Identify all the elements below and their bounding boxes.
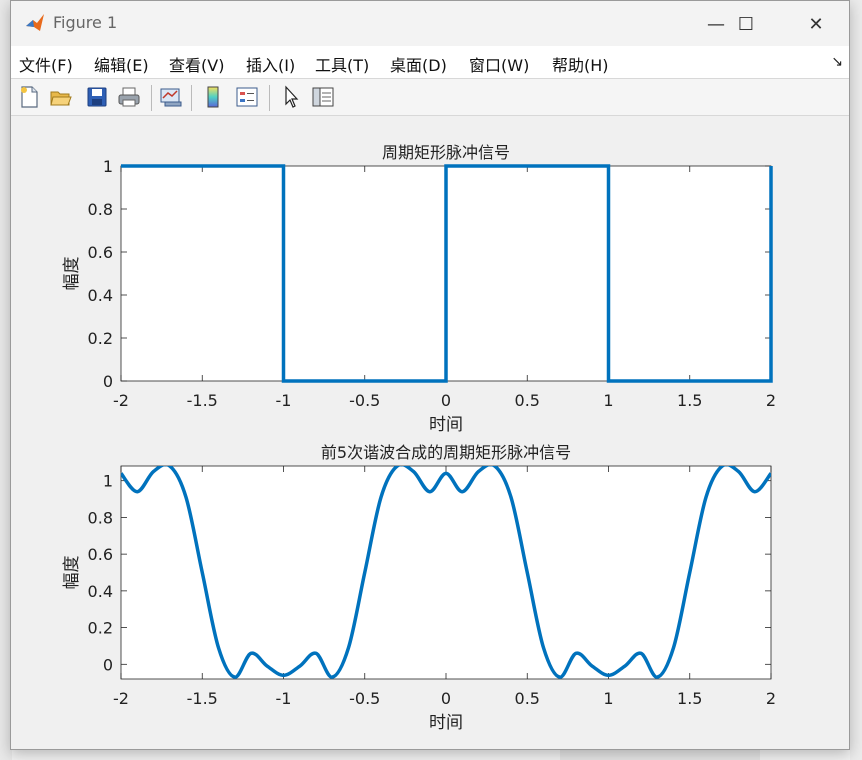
menu-tools[interactable]: 工具(T): [315, 52, 369, 76]
x-tick-label: 1.5: [677, 689, 702, 708]
menu-bar: 文件(F) 编辑(E) 查看(V) 插入(I) 工具(T) 桌面(D) 窗口(W…: [11, 46, 849, 78]
x-tick-label: 0.5: [515, 689, 540, 708]
axes-1-ylabel: 幅度: [62, 257, 82, 291]
x-tick-label: -0.5: [349, 689, 380, 708]
menu-help[interactable]: 帮助(H): [552, 52, 609, 76]
x-tick-label: -1.5: [187, 689, 218, 708]
pointer-icon[interactable]: [279, 85, 303, 109]
y-tick-label: 0.8: [88, 200, 113, 219]
menu-insert[interactable]: 插入(I): [246, 52, 295, 76]
x-tick-label: -2: [113, 689, 129, 708]
x-tick-label: 0: [441, 391, 451, 410]
open-file-icon[interactable]: [49, 85, 73, 109]
x-tick-label: -1: [276, 391, 292, 410]
y-tick-label: 0.2: [88, 619, 113, 638]
y-tick-label: 0.4: [88, 582, 113, 601]
x-tick-label: 1.5: [677, 391, 702, 410]
save-icon[interactable]: [85, 85, 109, 109]
dock-figure-icon[interactable]: ↘: [831, 54, 843, 70]
maximize-button[interactable]: ☐: [726, 9, 766, 39]
x-tick-label: -1.5: [187, 391, 218, 410]
x-tick-label: 1: [603, 689, 613, 708]
y-tick-label: 0.2: [88, 329, 113, 348]
matlab-logo-icon: [26, 14, 44, 31]
menu-file[interactable]: 文件(F): [19, 52, 73, 76]
figure-window: Figure 1 — ☐ ✕ 文件(F) 编辑(E) 查看(V) 插入(I) 工…: [10, 0, 850, 750]
x-tick-label: 0: [441, 689, 451, 708]
x-tick-label: 1: [603, 391, 613, 410]
y-tick-label: 1: [103, 157, 113, 176]
background-window-right: [850, 0, 862, 760]
x-tick-label: -2: [113, 391, 129, 410]
y-tick-label: 0: [103, 655, 113, 674]
toolbar-separator: [269, 85, 270, 111]
y-tick-label: 0.6: [88, 545, 113, 564]
toolbar: [11, 78, 849, 116]
axes-2-title: 前5次谐波合成的周期矩形脉冲信号: [321, 443, 571, 462]
menu-window[interactable]: 窗口(W): [469, 52, 529, 76]
y-tick-label: 0.6: [88, 243, 113, 262]
axes-1-xlabel: 时间: [429, 415, 463, 435]
close-button[interactable]: ✕: [796, 9, 836, 39]
x-tick-label: 2: [766, 689, 776, 708]
menu-desktop[interactable]: 桌面(D): [390, 52, 447, 76]
toolbar-separator: [151, 85, 152, 111]
property-inspector-icon[interactable]: [311, 85, 335, 109]
y-tick-label: 1: [103, 472, 113, 491]
new-figure-icon[interactable]: [17, 85, 41, 109]
menu-view[interactable]: 查看(V): [169, 52, 224, 76]
print-icon[interactable]: [117, 85, 141, 109]
x-tick-label: 0.5: [515, 391, 540, 410]
colorbar-icon[interactable]: [201, 85, 225, 109]
x-tick-label: -0.5: [349, 391, 380, 410]
axes-2-ylabel: 幅度: [62, 556, 82, 590]
menu-edit[interactable]: 编辑(E): [94, 52, 149, 76]
window-title: Figure 1: [53, 13, 118, 32]
link-plot-icon[interactable]: [159, 85, 183, 109]
y-tick-label: 0.4: [88, 286, 113, 305]
x-tick-label: 2: [766, 391, 776, 410]
toolbar-separator: [191, 85, 192, 111]
y-tick-label: 0: [103, 372, 113, 391]
legend-icon[interactable]: [235, 85, 259, 109]
axes-2-xlabel: 时间: [429, 713, 463, 733]
axes-1-title: 周期矩形脉冲信号: [382, 143, 510, 162]
plots-svg: 周期矩形脉冲信号 -2 -1.5 -1 -0.5 0 0.5 1 1.5 2 0 0.2 0.4 0.6 0…: [62, 143, 776, 733]
x-tick-label: -1: [276, 689, 292, 708]
title-bar[interactable]: Figure 1 — ☐ ✕: [11, 1, 849, 46]
y-tick-label: 0.8: [88, 508, 113, 527]
figure-canvas: 周期矩形脉冲信号 -2 -1.5 -1 -0.5 0 0.5 1 1.5 2 0 0.2 0.4 0.6 0…: [11, 116, 849, 749]
